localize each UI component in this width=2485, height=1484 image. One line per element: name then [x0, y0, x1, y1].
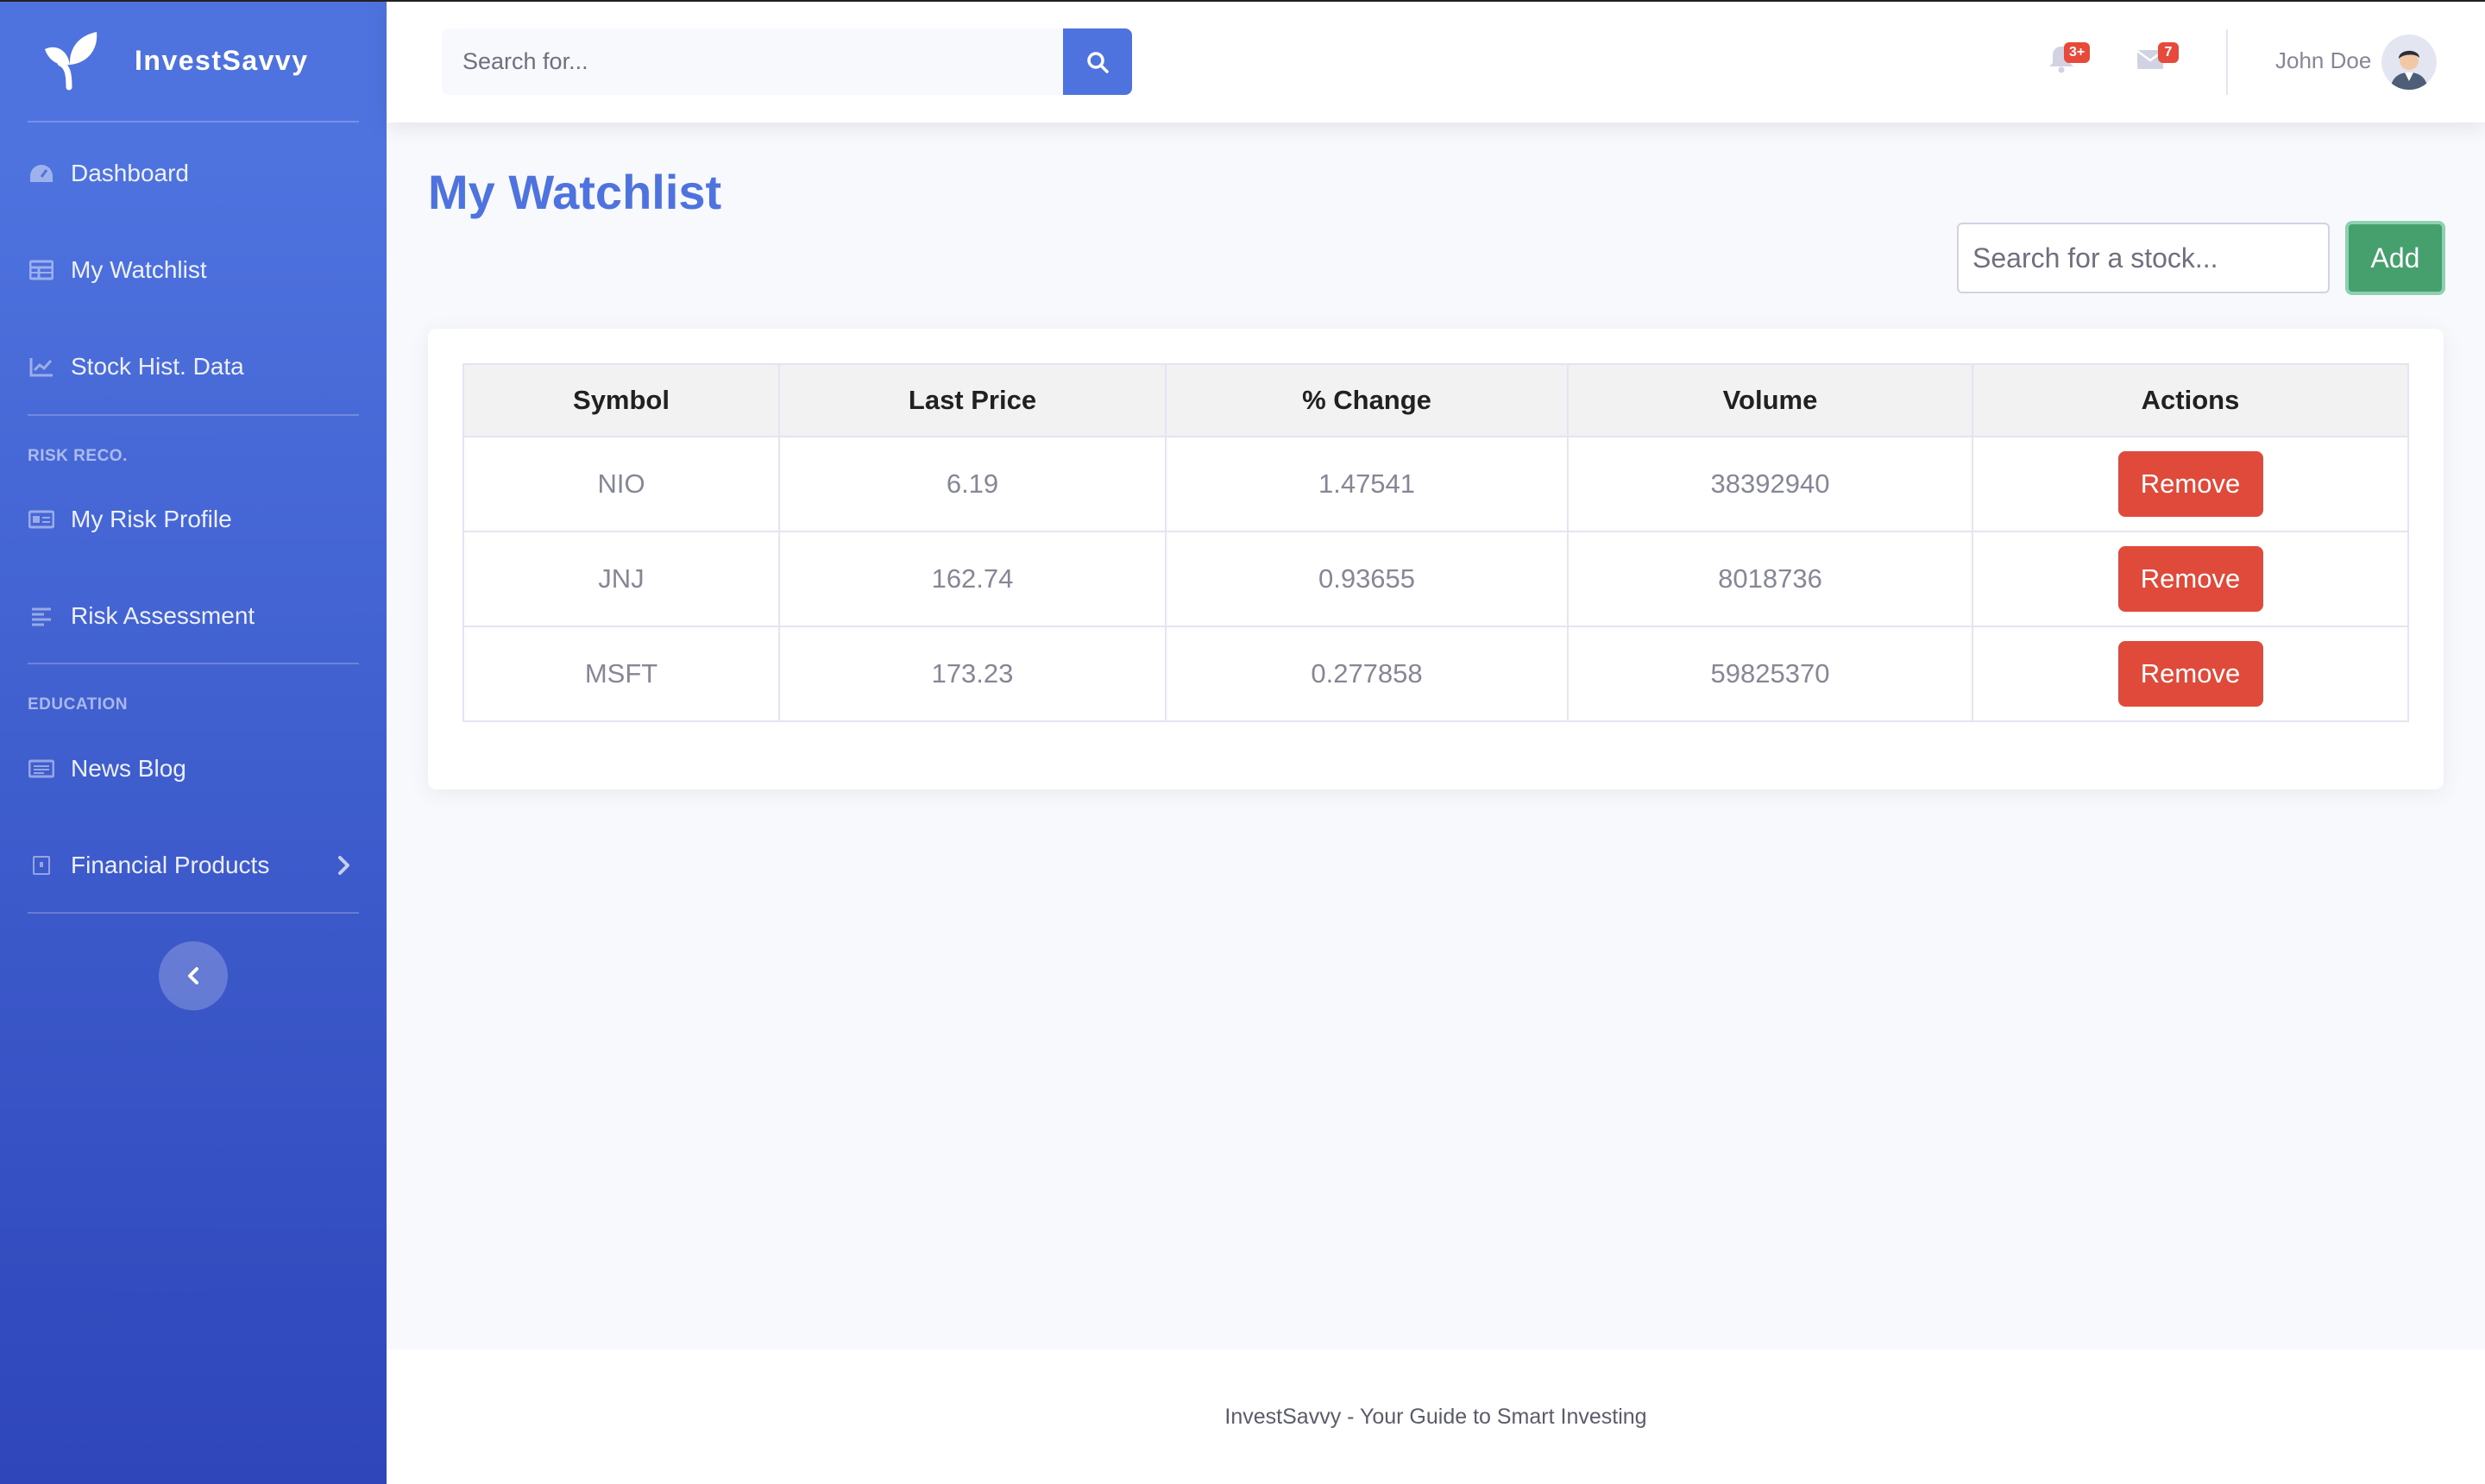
remove-button[interactable]: Remove	[2117, 546, 2263, 612]
cell-change: 1.47541	[1165, 436, 1569, 532]
search-icon	[1087, 51, 1109, 73]
sidebar-item-news-blog[interactable]: News Blog	[28, 738, 359, 800]
sidebar-item-stock-hist-data[interactable]: Stock Hist. Data	[28, 336, 359, 398]
sidebar-divider	[28, 663, 359, 664]
cell-volume: 59825370	[1567, 626, 1973, 722]
cell-last-price: 6.19	[778, 436, 1167, 532]
cell-change: 0.277858	[1165, 626, 1569, 722]
column-header-volume: Volume	[1567, 363, 1973, 437]
alerts-badge: 3+	[2064, 42, 2091, 63]
sidebar-item-label: Financial Products	[71, 852, 270, 878]
dashboard-icon	[28, 160, 55, 187]
footer: InvestSavvy - Your Guide to Smart Invest…	[387, 1349, 2485, 1484]
topbar-divider	[2226, 29, 2228, 95]
footer-text: InvestSavvy - Your Guide to Smart Invest…	[1224, 1404, 1647, 1429]
remove-button[interactable]: Remove	[2117, 451, 2263, 517]
search-button[interactable]	[1063, 28, 1132, 95]
add-stock-button[interactable]: Add	[2345, 221, 2445, 295]
page-title: My Watchlist	[428, 165, 722, 219]
sidebar-item-label: Dashboard	[71, 160, 189, 186]
column-header-change: % Change	[1165, 363, 1569, 437]
stock-search-input[interactable]	[1957, 223, 2330, 293]
cell-symbol: MSFT	[462, 626, 780, 722]
brand-name: InvestSavvy	[135, 44, 309, 76]
cell-change: 0.93655	[1165, 531, 1569, 627]
sidebar-item-label: Stock Hist. Data	[71, 353, 244, 380]
column-header-last-price: Last Price	[778, 363, 1167, 437]
table-row: MSFT 173.23 0.277858 59825370 Remove	[462, 626, 2409, 722]
chevron-right-icon	[338, 856, 349, 875]
table-header-row: Symbol Last Price % Change Volume Action…	[462, 363, 2409, 437]
sidebar-divider	[28, 414, 359, 416]
brand-link[interactable]: InvestSavvy	[0, 0, 387, 121]
cell-last-price: 173.23	[778, 626, 1167, 722]
search-input[interactable]	[442, 28, 1063, 95]
sidebar-heading-education: EDUCATION	[28, 695, 129, 714]
remove-button[interactable]: Remove	[2117, 641, 2263, 707]
column-header-symbol: Symbol	[462, 363, 780, 437]
sidebar-item-label: News Blog	[71, 755, 186, 782]
cell-symbol: NIO	[462, 436, 780, 532]
sidebar-heading-risk: RISK RECO.	[28, 447, 128, 465]
id-card-icon	[28, 506, 55, 533]
watchlist-card: Symbol Last Price % Change Volume Action…	[428, 329, 2444, 789]
avatar[interactable]	[2381, 35, 2437, 90]
sidebar: InvestSavvy Dashboard My Watchlist Stock…	[0, 0, 387, 1484]
sidebar-divider	[28, 912, 359, 914]
cell-volume: 38392940	[1567, 436, 1973, 532]
column-header-actions: Actions	[1972, 363, 2409, 437]
cell-symbol: JNJ	[462, 531, 780, 627]
cell-last-price: 162.74	[778, 531, 1167, 627]
table-row: NIO 6.19 1.47541 38392940 Remove	[462, 436, 2409, 532]
seedling-icon	[45, 32, 98, 91]
user-name[interactable]: John Doe	[2275, 47, 2371, 74]
list-icon	[28, 602, 55, 630]
table-row: JNJ 162.74 0.93655 8018736 Remove	[462, 531, 2409, 627]
sidebar-item-label: My Risk Profile	[71, 506, 232, 532]
sidebar-item-financial-products[interactable]: Financial Products	[28, 834, 359, 896]
product-icon	[28, 852, 55, 879]
sidebar-item-risk-assessment[interactable]: Risk Assessment	[28, 585, 359, 647]
topbar-search	[442, 28, 1132, 95]
cell-actions: Remove	[1972, 436, 2409, 532]
sidebar-item-dashboard[interactable]: Dashboard	[28, 142, 359, 204]
window-top-border	[0, 0, 2485, 2]
table-icon	[28, 256, 55, 284]
cell-actions: Remove	[1972, 626, 2409, 722]
newspaper-icon	[28, 755, 55, 783]
sidebar-divider	[28, 121, 359, 123]
cell-volume: 8018736	[1567, 531, 1973, 627]
sidebar-item-my-risk-profile[interactable]: My Risk Profile	[28, 488, 359, 550]
sidebar-item-label: My Watchlist	[71, 256, 207, 283]
messages-badge: 7	[2158, 42, 2179, 63]
topbar: 3+ 7 John Doe	[387, 0, 2485, 123]
cell-actions: Remove	[1972, 531, 2409, 627]
sidebar-item-my-watchlist[interactable]: My Watchlist	[28, 239, 359, 301]
chart-line-icon	[28, 353, 55, 380]
sidebar-toggle-button[interactable]	[159, 941, 228, 1010]
sidebar-item-label: Risk Assessment	[71, 602, 255, 629]
chevron-left-icon	[188, 967, 198, 984]
watchlist-table: Symbol Last Price % Change Volume Action…	[462, 363, 2409, 722]
